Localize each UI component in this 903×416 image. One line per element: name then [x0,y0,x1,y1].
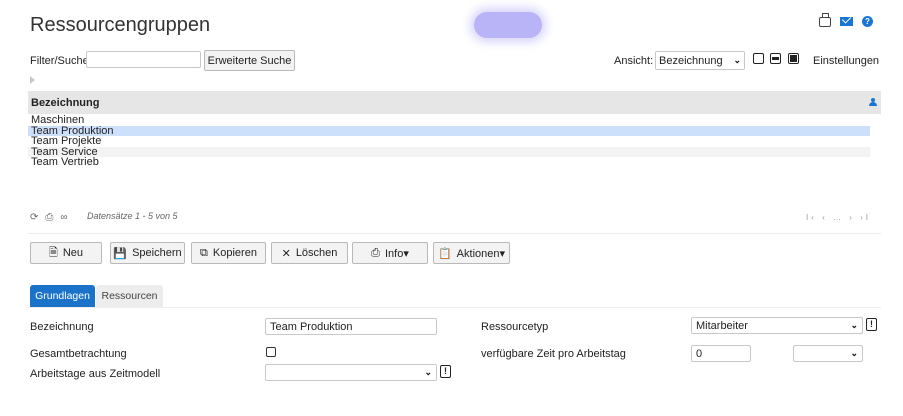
print-icon[interactable] [819,12,831,27]
view-list-icon[interactable] [753,53,764,64]
pager[interactable]: I‹ ‹ … › ›I [806,213,871,222]
workdays-label: Arbeitstage aus Zeitmodell [30,368,161,380]
name-input[interactable]: Team Produktion [265,318,437,335]
list-item[interactable]: Team Projekte [28,136,870,147]
list-item[interactable]: Team Service [28,146,870,157]
list-item[interactable]: Maschinen [28,115,870,126]
chevron-down-icon: ⌄ [850,348,858,358]
time-label: verfügbare Zeit pro Arbeitstag [481,348,626,360]
type-select[interactable]: Mitarbeiter ⌄ [691,317,863,334]
extended-search-button[interactable]: Erweiterte Suche [204,50,295,71]
delete-button[interactable]: ✕ Löschen [271,242,348,264]
overall-label: Gesamtbetrachtung [30,348,127,360]
view-detail-icon[interactable] [788,53,799,64]
view-split-icon[interactable] [770,53,781,64]
copy-icon: ⧉ [200,246,208,259]
type-select-value: Mitarbeiter [696,319,748,332]
chevron-down-icon: ⌄ [424,367,432,377]
link-icon[interactable]: ∞ [60,212,67,223]
workdays-select[interactable]: ⌄ [265,364,437,381]
time-input[interactable]: 0 [691,345,751,362]
page-title: Ressourcengruppen [30,14,211,36]
tab-ressourcen[interactable]: Ressourcen [96,285,163,307]
document-icon: 🗎 [48,246,58,259]
overall-checkbox[interactable] [266,347,276,357]
save-button[interactable]: 💾 Speichern [110,242,185,264]
name-label: Bezeichnung [30,321,94,333]
chevron-down-icon: ⌄ [733,55,741,65]
time-unit-select[interactable]: ⌄ [793,345,863,362]
tab-grundlagen[interactable]: Grundlagen [30,285,95,307]
column-header-name[interactable]: Bezeichnung [31,97,99,109]
print-list-icon[interactable]: ⎙ [45,212,53,223]
refresh-icon[interactable]: ⟳ [30,212,38,223]
divider [28,233,881,234]
filter-label: Filter/Suche: [30,55,92,67]
type-label: Ressourcetyp [481,321,549,333]
filter-input[interactable] [86,51,201,68]
view-select-value: Bezeichnung [659,54,723,67]
clipboard-icon: 📋 [437,247,452,260]
person-icon[interactable] [869,98,877,106]
mail-icon[interactable] [840,17,853,26]
warning-icon[interactable]: ! [866,318,877,331]
close-icon: ✕ [281,247,291,260]
chevron-down-icon: ⌄ [850,320,858,330]
printer-icon: ⎙ [371,246,380,259]
list-header: Bezeichnung [28,91,881,114]
list-item-selected[interactable]: Team Produktion [28,125,870,136]
tab-divider [28,307,881,308]
help-icon[interactable]: ? [862,16,873,27]
settings-link[interactable]: Einstellungen [813,55,879,67]
expand-triangle-icon[interactable] [30,76,35,84]
time-input-value: 0 [696,347,703,360]
actions-button[interactable]: 📋 Aktionen▾ [433,242,510,264]
list-item[interactable]: Team Vertrieb [28,157,870,168]
name-input-value: Team Produktion [270,320,353,333]
records-count: Datensätze 1 - 5 von 5 [87,211,178,221]
view-select[interactable]: Bezeichnung ⌄ [655,51,745,70]
new-button[interactable]: 🗎 Neu [30,242,102,264]
loading-indicator [474,12,542,38]
info-button[interactable]: ⎙ Info▾ [352,242,428,264]
top-actions: ? [819,12,873,27]
warning-icon[interactable]: ! [440,365,451,378]
list-footer-icons: ⟳ ⎙ ∞ [30,212,68,223]
copy-button[interactable]: ⧉ Kopieren [191,242,266,264]
view-label: Ansicht: [614,55,654,67]
floppy-icon: 💾 [113,247,128,260]
